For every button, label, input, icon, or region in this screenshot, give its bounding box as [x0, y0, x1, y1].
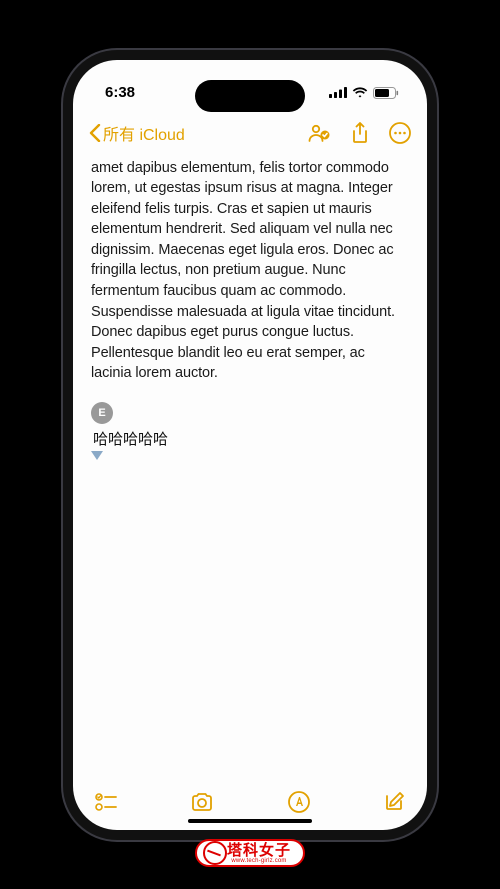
- camera-button[interactable]: [190, 792, 214, 812]
- battery-icon: [373, 87, 399, 99]
- collaboration-icon: [307, 122, 331, 144]
- camera-icon: [190, 792, 214, 812]
- collaboration-button[interactable]: [307, 122, 331, 144]
- cursor-indicator-icon: [91, 451, 103, 461]
- checklist-button[interactable]: [95, 793, 117, 811]
- dynamic-island: [195, 80, 305, 112]
- collaboration-comment[interactable]: E 哈哈哈哈哈: [91, 402, 409, 449]
- share-icon: [351, 122, 369, 144]
- compose-button[interactable]: [383, 791, 405, 813]
- share-button[interactable]: [351, 122, 369, 144]
- nav-actions: [307, 122, 411, 144]
- note-content[interactable]: amet dapibus elementum, felis tortor com…: [73, 154, 427, 778]
- comment-text: 哈哈哈哈哈: [91, 428, 409, 449]
- compose-icon: [383, 791, 405, 813]
- nav-bar: 所有 iCloud: [73, 112, 427, 154]
- watermark-badge: 塔科女子 www.tech-girlz.com: [195, 839, 305, 867]
- back-label: 所有 iCloud: [103, 121, 185, 145]
- watermark-url: www.tech-girlz.com: [231, 858, 286, 864]
- status-time: 6:38: [105, 84, 135, 101]
- cellular-icon: [329, 87, 347, 98]
- more-button[interactable]: [389, 122, 411, 144]
- phone-frame: 6:38 所有 iCloud: [63, 50, 437, 840]
- note-body-text: amet dapibus elementum, felis tortor com…: [91, 158, 409, 384]
- back-button[interactable]: 所有 iCloud: [89, 121, 185, 145]
- ellipsis-circle-icon: [389, 122, 411, 144]
- screen: 6:38 所有 iCloud: [73, 60, 427, 830]
- status-indicators: [329, 87, 399, 99]
- home-indicator[interactable]: [188, 819, 312, 823]
- chevron-left-icon: [89, 124, 101, 142]
- markup-button[interactable]: [288, 791, 310, 813]
- checklist-icon: [95, 793, 117, 811]
- markup-icon: [288, 791, 310, 813]
- collaborator-avatar: E: [91, 402, 113, 424]
- wifi-icon: [352, 87, 368, 98]
- watermark-title: 塔科女子: [227, 843, 291, 858]
